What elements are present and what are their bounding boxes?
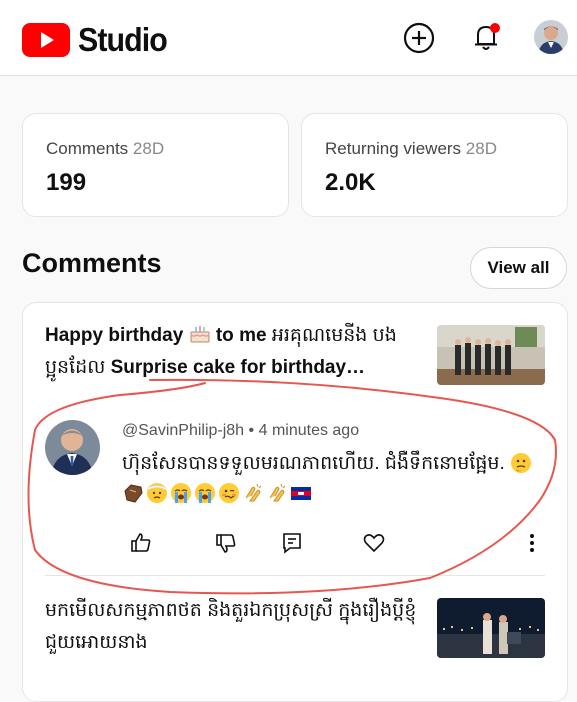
loudly-crying-face-icon: [195, 483, 215, 503]
dislike-icon[interactable]: [214, 531, 238, 555]
video-title[interactable]: មកមើលសកម្មភាពថត និងតួរឯកប្រុសស្រី ក្នុងរ…: [45, 595, 425, 659]
comment-text: ហ៊ុនសែនបានទទួលមរណភាពហើយ. ជំងឺទឹកនោមផ្អែម…: [122, 449, 542, 509]
like-icon[interactable]: [129, 531, 153, 555]
reply-icon[interactable]: [280, 531, 304, 555]
comment-meta: @SavinPhilip-j8h • 4 minutes ago: [122, 422, 360, 439]
clapping-hands-icon: [269, 483, 286, 502]
stat-label: Comments 28D: [46, 139, 165, 158]
comments-stat-card[interactable]: Comments 28D 199: [22, 113, 289, 217]
account-avatar[interactable]: [534, 20, 568, 54]
video-thumbnail[interactable]: [437, 325, 545, 385]
heart-icon[interactable]: [362, 531, 386, 555]
coffin-icon: [124, 484, 143, 503]
clapping-hands-icon: [245, 483, 262, 502]
birthday-cake-icon: [190, 326, 210, 343]
comment-author[interactable]: @SavinPhilip-j8h: [122, 422, 244, 439]
stat-label: Returning viewers 28D: [325, 139, 497, 158]
cambodia-flag-icon: [291, 487, 311, 500]
face-with-head-bandage-icon: [147, 483, 167, 503]
top-app-bar: Studio: [0, 0, 577, 76]
youtube-play-icon: [22, 23, 70, 57]
video-thumbnail[interactable]: [437, 598, 545, 658]
stat-value: 2.0K: [325, 169, 376, 196]
comments-section-title: Comments: [22, 248, 162, 278]
youtube-studio-logo[interactable]: Studio: [22, 21, 175, 59]
create-plus-icon[interactable]: [402, 21, 436, 55]
returning-viewers-stat-card[interactable]: Returning viewers 28D 2.0K: [301, 113, 568, 217]
stat-value: 199: [46, 169, 87, 196]
woozy-face-icon: [219, 483, 239, 503]
notifications-bell-icon[interactable]: [469, 20, 503, 54]
comment-time: 4 minutes ago: [258, 422, 360, 439]
more-options-icon[interactable]: [520, 531, 544, 555]
view-all-button[interactable]: View all: [470, 247, 567, 289]
loudly-crying-face-icon: [171, 483, 191, 503]
divider: [45, 575, 545, 576]
video-title[interactable]: Happy birthday to me អរគុណមេនីង បងប្អូនដ…: [45, 320, 417, 384]
thinking-face-icon: [511, 453, 532, 473]
app-name: Studio: [78, 21, 168, 58]
commenter-avatar[interactable]: [45, 420, 100, 475]
